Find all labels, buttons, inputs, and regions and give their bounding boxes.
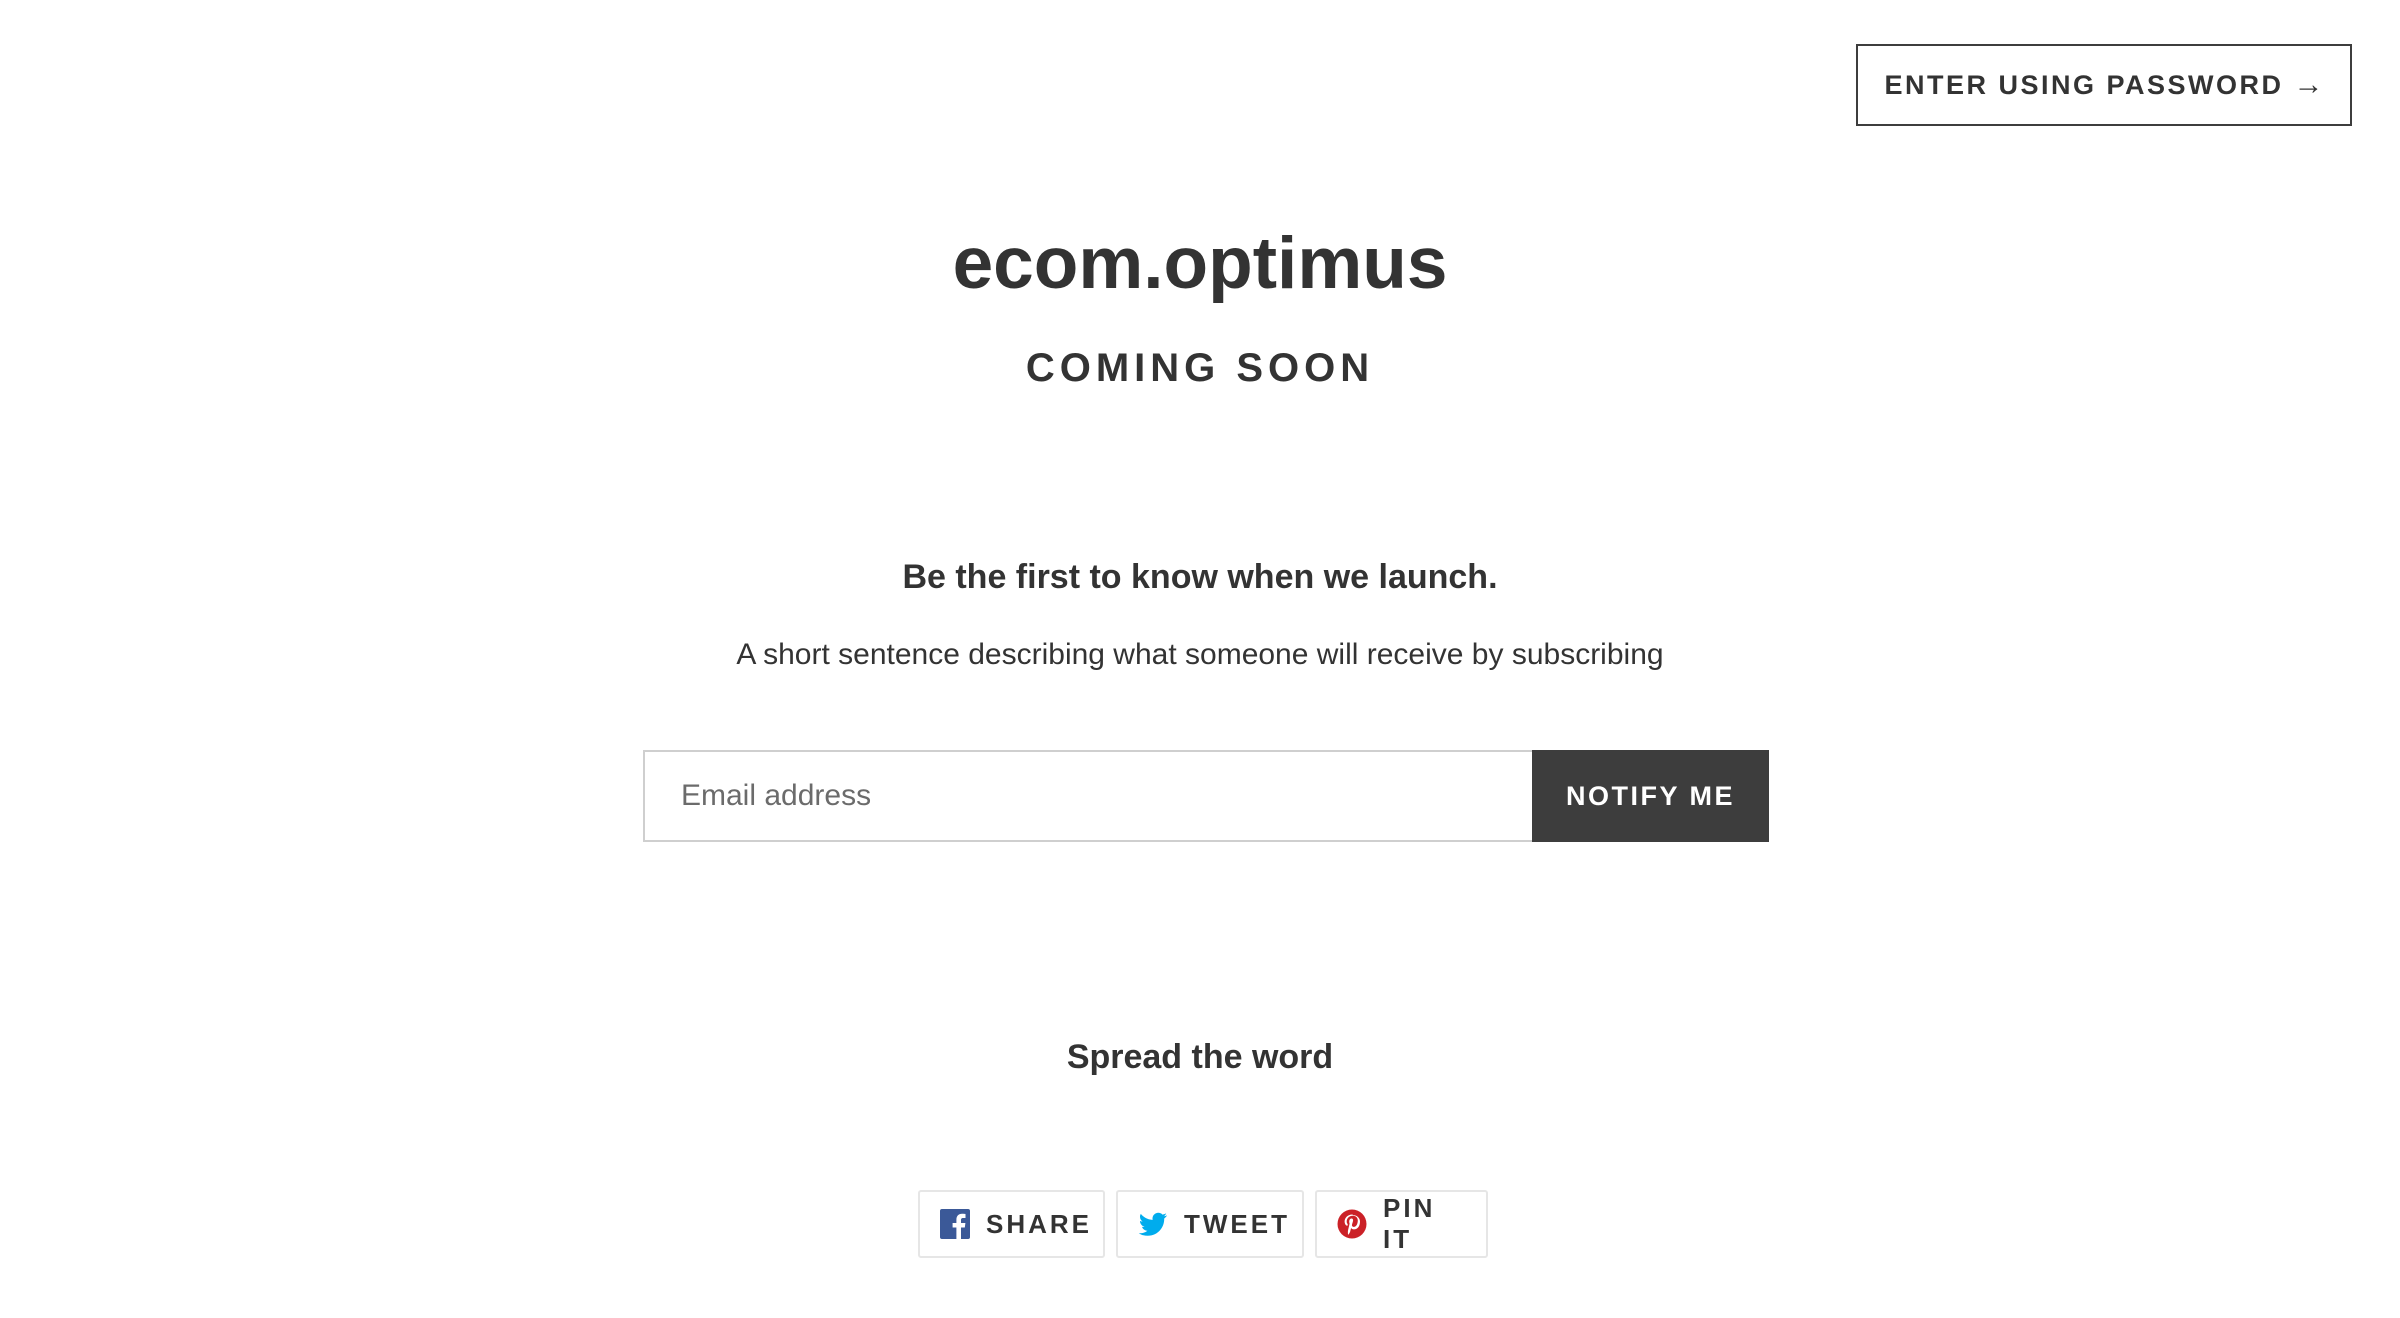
newsletter-form: NOTIFY ME	[643, 750, 1769, 842]
facebook-icon	[940, 1209, 970, 1239]
social-heading: Spread the word	[1066, 1038, 1334, 1076]
coming-soon-tagline: COMING SOON	[1025, 346, 1375, 390]
newsletter-description: A short sentence describing what someone…	[736, 638, 1664, 671]
pinterest-pin-button[interactable]: PIN IT	[1315, 1190, 1488, 1258]
notify-me-button[interactable]: NOTIFY ME	[1532, 750, 1769, 842]
facebook-share-label: SHARE	[986, 1208, 1093, 1239]
social-share-buttons: SHARE TWEET PIN IT	[918, 1190, 1488, 1258]
pinterest-pin-label: PIN IT	[1383, 1193, 1436, 1254]
enter-using-password-button[interactable]: ENTER USING PASSWORD →	[1856, 44, 2352, 126]
arrow-right-icon: →	[2293, 68, 2324, 101]
twitter-icon	[1138, 1209, 1168, 1239]
enter-using-password-label: ENTER USING PASSWORD	[1884, 69, 2284, 100]
password-page: ENTER USING PASSWORD → ecom.optimus COMI…	[0, 0, 2400, 1318]
twitter-tweet-label: TWEET	[1184, 1208, 1290, 1239]
newsletter-heading: Be the first to know when we launch.	[902, 558, 1498, 596]
facebook-share-button[interactable]: SHARE	[918, 1190, 1105, 1258]
email-input[interactable]	[643, 750, 1532, 842]
twitter-tweet-button[interactable]: TWEET	[1116, 1190, 1304, 1258]
store-name: ecom.optimus	[952, 223, 1448, 304]
pinterest-icon	[1337, 1209, 1367, 1239]
